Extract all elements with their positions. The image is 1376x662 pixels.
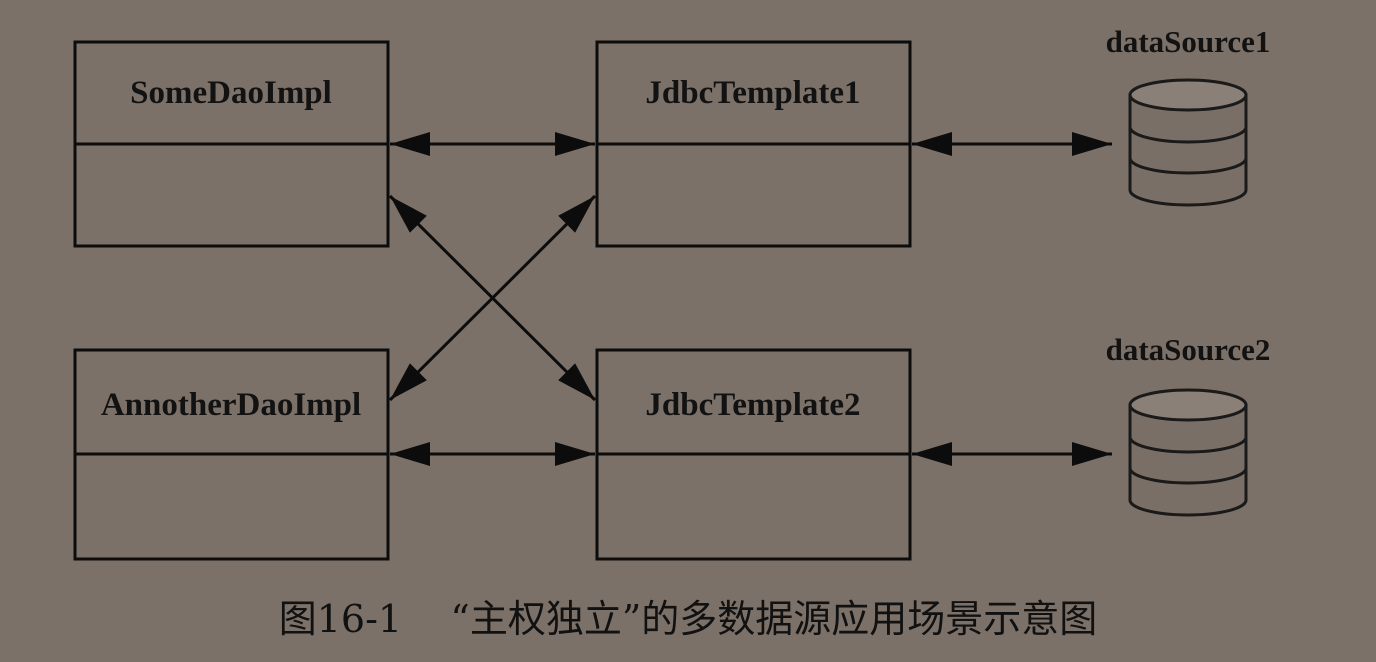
jdbc-template2-box: JdbcTemplate2 — [595, 348, 912, 561]
database-icon — [1128, 78, 1248, 207]
jdbc-template1-box: JdbcTemplate1 — [595, 40, 912, 248]
figure-caption: 图16-1 “主权独立”的多数据源应用场景示意图 — [0, 588, 1376, 643]
another-dao-impl-box: AnnotherDaoImpl — [73, 348, 390, 561]
some-dao-impl-box: SomeDaoImpl — [73, 40, 390, 248]
database-icon — [1128, 388, 1248, 517]
some-dao-impl-label: SomeDaoImpl — [130, 75, 332, 111]
jdbc-template2-label: JdbcTemplate2 — [645, 387, 860, 423]
jdbc-template1-label: JdbcTemplate1 — [645, 75, 860, 111]
another-dao-impl-label: AnnotherDaoImpl — [101, 387, 361, 423]
diagram-canvas: SomeDaoImpl AnnotherDaoImpl JdbcTemplate… — [73, 24, 1271, 561]
figure-caption-text: “主权独立”的多数据源应用场景示意图 — [450, 597, 1098, 641]
data-source1-label: dataSource1 — [1106, 24, 1271, 59]
data-source2-label: dataSource2 — [1106, 332, 1271, 367]
figure-number: 图16-1 — [278, 597, 403, 641]
